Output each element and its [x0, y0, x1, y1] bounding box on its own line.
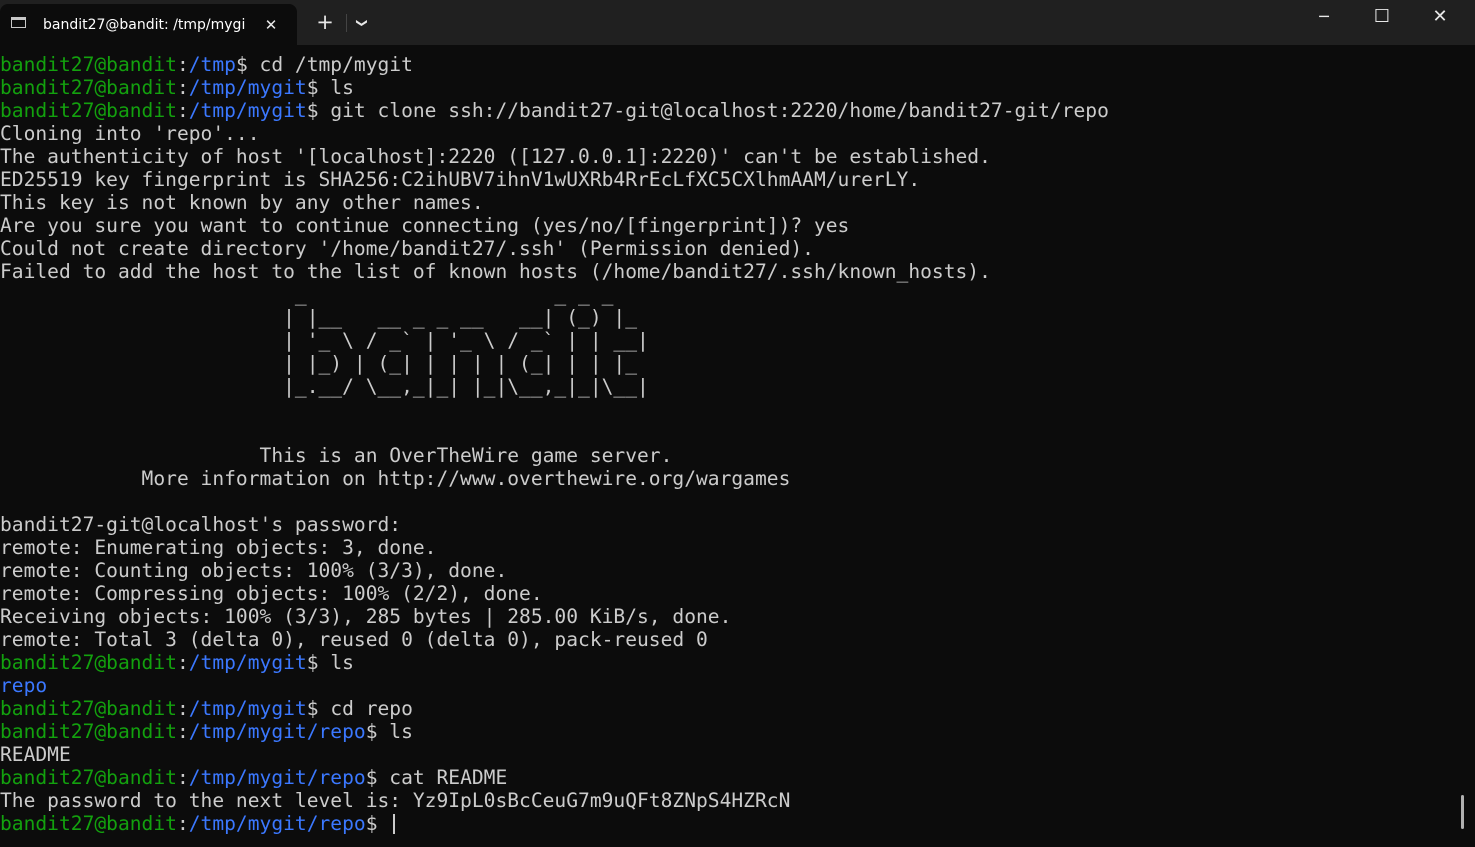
tab-separator	[346, 14, 347, 32]
prompt-separator: :	[176, 53, 189, 76]
prompt-user: bandit27@bandit	[0, 53, 177, 76]
prompt-symbol: $	[306, 99, 319, 122]
output-line: README	[0, 743, 71, 766]
prompt-symbol: $	[306, 651, 319, 674]
output-line: More information on http://www.overthewi…	[0, 467, 791, 490]
prompt-line: bandit27@bandit:/tmp/mygit$ git clone ss…	[0, 99, 1458, 122]
output-line: remote: Total 3 (delta 0), reused 0 (del…	[0, 628, 708, 651]
output-line: remote: Compressing objects: 100% (2/2),…	[0, 582, 543, 605]
prompt-symbol: $	[365, 766, 378, 789]
prompt-path: /tmp/mygit/repo	[188, 766, 366, 789]
chevron-down-icon[interactable]: ❯	[352, 12, 372, 34]
output-line: | |_) | (_| | | | | (_| | | |_	[0, 352, 649, 375]
prompt-line: bandit27@bandit:/tmp$ cd /tmp/mygit	[0, 53, 1458, 76]
terminal-tab[interactable]: bandit27@bandit: /tmp/mygi ✕	[0, 4, 297, 45]
output-line: The authenticity of host '[localhost]:22…	[0, 145, 991, 168]
prompt-path: /tmp/mygit	[188, 76, 307, 99]
output-line: remote: Counting objects: 100% (3/3), do…	[0, 559, 508, 582]
output-line: This key is not known by any other names…	[0, 191, 484, 214]
prompt-separator: :	[176, 99, 189, 122]
scrollbar-thumb[interactable]	[1461, 795, 1464, 829]
prompt-path: /tmp/mygit/repo	[188, 720, 366, 743]
output-line: Receiving objects: 100% (3/3), 285 bytes…	[0, 605, 732, 628]
new-tab-button[interactable]: +	[314, 10, 336, 34]
tab-close-icon[interactable]: ✕	[262, 16, 280, 34]
close-window-button[interactable]: ✕	[1428, 6, 1452, 28]
prompt-user: bandit27@bandit	[0, 99, 177, 122]
prompt-user: bandit27@bandit	[0, 766, 177, 789]
output-line: This is an OverTheWire game server.	[0, 444, 673, 467]
output-line: |_.__/ \__,_|_| |_|\__,_|_|\__|	[0, 375, 649, 398]
prompt-symbol: $	[235, 53, 248, 76]
prompt-symbol: $	[365, 720, 378, 743]
prompt-separator: :	[176, 720, 189, 743]
output-line: Could not create directory '/home/bandit…	[0, 237, 814, 260]
prompt-user: bandit27@bandit	[0, 651, 177, 674]
output-line: Are you sure you want to continue connec…	[0, 214, 850, 237]
prompt-separator: :	[176, 766, 189, 789]
command-text: cd repo	[330, 697, 413, 720]
output-line: ED25519 key fingerprint is SHA256:C2ihUB…	[0, 168, 921, 191]
prompt-symbol: $	[306, 76, 319, 99]
command-text: cd /tmp/mygit	[259, 53, 413, 76]
output-line: | |__ __ _ _ __ __| (_) |_	[0, 306, 649, 329]
title-bar: bandit27@bandit: /tmp/mygi ✕ + ❯ ─ ☐ ✕	[0, 0, 1475, 45]
command-text: cat README	[389, 766, 508, 789]
prompt-separator: :	[176, 812, 189, 835]
terminal-output[interactable]: bandit27@bandit:/tmp$ cd /tmp/mygit bandi…	[0, 53, 1458, 847]
command-text: ls	[389, 720, 413, 743]
prompt-user: bandit27@bandit	[0, 720, 177, 743]
prompt-line: bandit27@bandit:/tmp/mygit$ ls	[0, 76, 1458, 99]
output-line: The password to the next level is: Yz9Ip…	[0, 789, 791, 812]
prompt-symbol: $	[365, 812, 378, 835]
terminal-window: bandit27@bandit: /tmp/mygi ✕ + ❯ ─ ☐ ✕ b…	[0, 0, 1475, 847]
prompt-user: bandit27@bandit	[0, 697, 177, 720]
command-text: ls	[330, 651, 354, 674]
prompt-line: bandit27@bandit:/tmp/mygit$ cd repo	[0, 697, 1458, 720]
prompt-path: /tmp/mygit	[188, 651, 307, 674]
output-line: | '_ \ / _` | '_ \ / _` | | __|	[0, 329, 649, 352]
output-line: remote: Enumerating objects: 3, done.	[0, 536, 437, 559]
output-line: bandit27-git@localhost's password:	[0, 513, 402, 536]
output-line: Cloning into 'repo'...	[0, 122, 260, 145]
command-text: ls	[330, 76, 354, 99]
prompt-user: bandit27@bandit	[0, 76, 177, 99]
prompt-separator: :	[176, 76, 189, 99]
prompt-path: /tmp	[188, 53, 236, 76]
directory-entry: repo	[0, 674, 48, 697]
prompt-line: bandit27@bandit:/tmp/mygit/repo$ ls	[0, 720, 1458, 743]
tab-title: bandit27@bandit: /tmp/mygi	[43, 17, 246, 33]
prompt-user: bandit27@bandit	[0, 812, 177, 835]
prompt-path: /tmp/mygit/repo	[188, 812, 366, 835]
prompt-path: /tmp/mygit	[188, 697, 307, 720]
prompt-line: bandit27@bandit:/tmp/mygit/repo$	[0, 812, 1458, 835]
output-line: Failed to add the host to the list of kn…	[0, 260, 991, 283]
output-line: _ _ _ _	[0, 283, 649, 306]
prompt-line: bandit27@bandit:/tmp/mygit/repo$ cat REA…	[0, 766, 1458, 789]
prompt-symbol: $	[306, 697, 319, 720]
maximize-button[interactable]: ☐	[1370, 6, 1394, 28]
prompt-path: /tmp/mygit	[188, 99, 307, 122]
command-text: git clone ssh://bandit27-git@localhost:2…	[330, 99, 1109, 122]
minimize-button[interactable]: ─	[1312, 6, 1336, 28]
text-cursor	[393, 814, 396, 834]
terminal-icon	[11, 17, 26, 28]
prompt-separator: :	[176, 651, 189, 674]
prompt-line: bandit27@bandit:/tmp/mygit$ ls	[0, 651, 1458, 674]
prompt-separator: :	[176, 697, 189, 720]
